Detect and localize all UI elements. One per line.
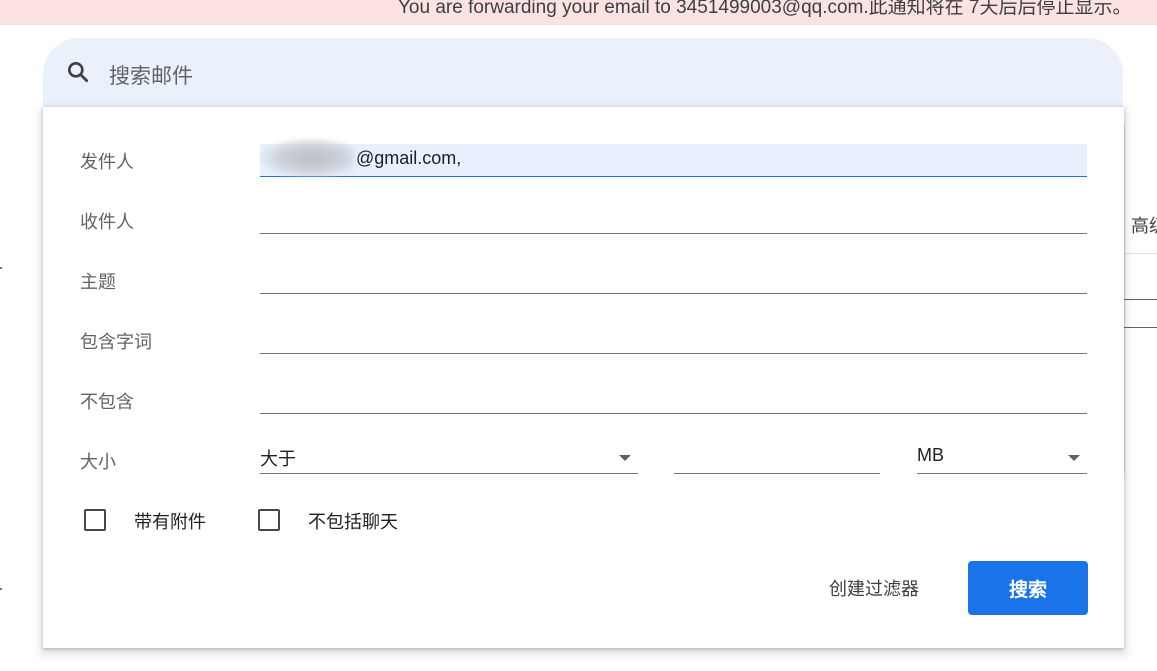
doesnt-have-field[interactable] xyxy=(260,381,1087,414)
subject-field[interactable] xyxy=(260,261,1087,294)
search-button[interactable]: 搜索 xyxy=(968,561,1088,615)
has-attachment-label: 带有附件 xyxy=(134,512,206,532)
from-label: 发件人 xyxy=(80,152,134,172)
forwarding-notice-banner: You are forwarding your email to 3451499… xyxy=(0,0,1157,25)
has-attachment-checkbox[interactable] xyxy=(84,509,106,531)
size-unit-select[interactable]: MB xyxy=(917,441,1087,474)
advanced-search-panel: 发件人 @gmail.com, 收件人 主题 包含字词 不包含 大小 大于 MB… xyxy=(43,107,1124,648)
divider xyxy=(1124,299,1157,300)
subject-label: 主题 xyxy=(80,272,116,292)
advanced-link-fragment: 高级 xyxy=(1131,216,1157,236)
background-panel xyxy=(1124,123,1157,473)
search-bar[interactable]: 搜索邮件 xyxy=(43,38,1123,110)
create-filter-button[interactable]: 创建过滤器 xyxy=(814,563,934,613)
divider xyxy=(1124,253,1157,254)
from-field[interactable]: @gmail.com, xyxy=(260,138,1087,178)
exclude-chats-checkbox[interactable] xyxy=(258,509,280,531)
background-mark xyxy=(0,588,2,590)
size-value-input[interactable] xyxy=(674,441,880,474)
dropdown-arrow-icon xyxy=(1068,455,1080,461)
dropdown-arrow-icon xyxy=(619,455,631,461)
size-operator-select[interactable]: 大于 xyxy=(260,441,638,474)
has-words-label: 包含字词 xyxy=(80,332,152,352)
forwarding-notice-text: You are forwarding your email to 3451499… xyxy=(398,0,1132,18)
to-field[interactable] xyxy=(260,201,1087,234)
divider xyxy=(1124,327,1157,328)
has-words-field[interactable] xyxy=(260,321,1087,354)
from-field-value: @gmail.com, xyxy=(356,148,462,168)
search-input[interactable]: 搜索邮件 xyxy=(109,60,193,90)
search-icon[interactable] xyxy=(65,59,91,85)
background-mark xyxy=(0,267,2,269)
doesnt-have-label: 不包含 xyxy=(80,392,134,412)
redacted-address xyxy=(260,138,354,178)
size-label: 大小 xyxy=(80,452,116,472)
size-unit-value: MB xyxy=(917,445,944,465)
size-operator-value: 大于 xyxy=(260,449,296,469)
to-label: 收件人 xyxy=(80,212,134,232)
exclude-chats-label: 不包括聊天 xyxy=(308,512,398,532)
